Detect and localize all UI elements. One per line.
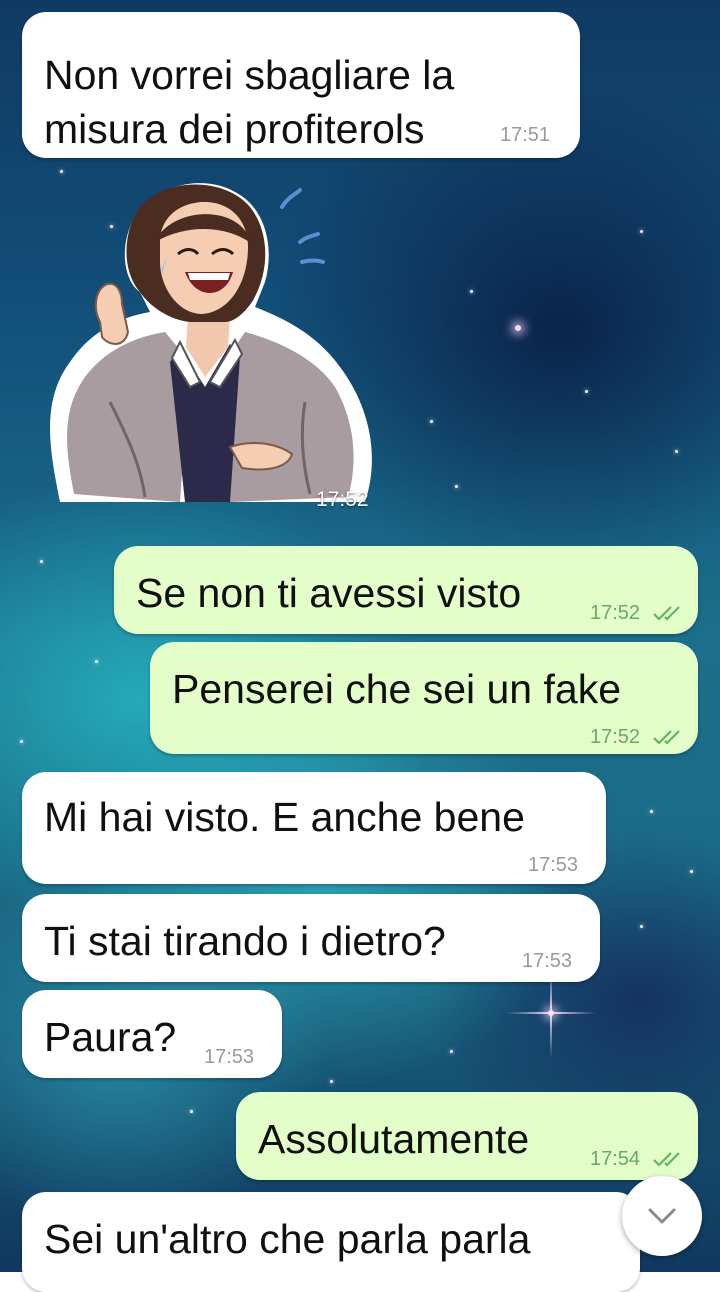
wallpaper-star xyxy=(40,560,43,563)
wallpaper-star xyxy=(640,230,643,233)
read-receipt-icon xyxy=(653,1152,680,1167)
message-time: 17:52 xyxy=(590,602,641,624)
scroll-to-bottom-button[interactable] xyxy=(622,1176,702,1256)
wallpaper-star xyxy=(675,450,678,453)
wallpaper-star xyxy=(330,1080,333,1083)
incoming-message[interactable]: Paura? 17:53 xyxy=(22,990,282,1078)
sticker-time: 17:52 xyxy=(316,488,369,511)
read-receipt-icon xyxy=(653,730,680,745)
message-text: misura dei profiterols xyxy=(44,106,425,152)
wallpaper-star xyxy=(515,325,521,331)
read-receipt-icon xyxy=(653,606,680,621)
message-time: 17:53 xyxy=(528,854,579,876)
incoming-message[interactable]: Mi hai visto. E anche bene 17:53 xyxy=(22,772,606,884)
wallpaper-star xyxy=(470,290,473,293)
wallpaper-star xyxy=(455,485,458,488)
laughing-woman-sticker-icon[interactable] xyxy=(30,172,382,516)
wallpaper-star xyxy=(95,660,98,663)
message-time: 17:53 xyxy=(522,950,573,972)
wallpaper-star xyxy=(430,420,433,423)
message-time: 17:54 xyxy=(590,1148,641,1170)
message-text: Se non ti avessi visto xyxy=(136,570,522,616)
message-text: Penserei che sei un fake xyxy=(172,666,621,712)
message-time: 17:51 xyxy=(500,124,551,146)
wallpaper-star xyxy=(585,390,588,393)
message-time: 17:52 xyxy=(590,726,641,748)
outgoing-message[interactable]: Se non ti avessi visto 17:52 xyxy=(114,546,698,634)
message-text: Assolutamente xyxy=(258,1116,530,1162)
message-text: Sei un'altro che parla parla xyxy=(44,1216,531,1262)
message-text: Ti stai tirando i dietro? xyxy=(44,918,446,964)
wallpaper-star xyxy=(690,870,693,873)
message-text: Paura? xyxy=(44,1014,177,1060)
wallpaper-star xyxy=(650,810,653,813)
outgoing-message[interactable]: Penserei che sei un fake 17:52 xyxy=(150,642,698,754)
message-time: 17:53 xyxy=(204,1046,255,1068)
chevron-down-icon xyxy=(648,1208,676,1224)
wallpaper-star xyxy=(190,1110,193,1113)
message-text: Non vorrei sbagliare la xyxy=(44,52,455,98)
wallpaper-star xyxy=(640,925,643,928)
wallpaper-star xyxy=(450,1050,453,1053)
incoming-message[interactable]: Ti stai tirando i dietro? 17:53 xyxy=(22,894,600,982)
incoming-message[interactable]: Non vorrei sbagliare la misura dei profi… xyxy=(22,12,580,158)
wallpaper-star xyxy=(20,740,23,743)
message-text: Mi hai visto. E anche bene xyxy=(44,794,525,840)
outgoing-message[interactable]: Assolutamente 17:54 xyxy=(236,1092,698,1180)
incoming-message[interactable]: Sei un'altro che parla parla xyxy=(22,1192,640,1292)
